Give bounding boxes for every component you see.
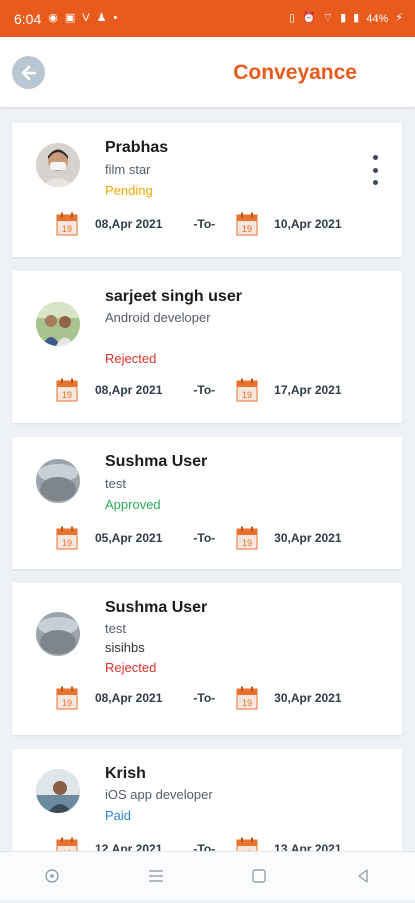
avatar: [36, 459, 80, 503]
user-role: test: [105, 476, 126, 491]
messenger-icon: ◉: [48, 12, 58, 24]
date-range: 19 08,Apr 2021 -To- 19 10,Apr 2021: [56, 211, 362, 237]
user-name: Krish: [105, 765, 146, 782]
status-badge: Pending: [105, 183, 153, 198]
dot: [372, 155, 378, 160]
back-nav-button[interactable]: [343, 856, 383, 896]
user-name: Sushma User: [105, 453, 208, 470]
more-dot-icon: •: [113, 12, 118, 24]
calendar-icon: 19: [56, 212, 78, 236]
notification-icon: ▣: [64, 12, 76, 24]
calendar-icon: 19: [56, 686, 78, 710]
app-header: Conveyance: [0, 37, 415, 107]
date-separator: -To-: [193, 383, 216, 397]
calendar-icon: 19: [56, 378, 78, 402]
status-bar: 6:04 ◉ ▣ V ♟ • ▯ ⏰ ⌔ ▮ ▮ 44% ⚡: [0, 0, 415, 37]
assistant-icon: [45, 869, 59, 883]
avatar: [36, 612, 80, 656]
calendar-icon: 19: [236, 212, 258, 236]
calendar-day: 19: [242, 698, 252, 708]
date-to: 10,Apr 2021: [274, 217, 342, 231]
calendar-day: 19: [62, 224, 72, 234]
conveyance-card[interactable]: sarjeet singh user Android developer Rej…: [12, 271, 402, 423]
calendar-day: 19: [62, 390, 72, 400]
hamburger-icon: [148, 870, 163, 882]
calendar-day: 19: [242, 224, 252, 234]
charging-icon: ⚡: [395, 12, 403, 24]
date-from: 08,Apr 2021: [95, 691, 163, 705]
alarm-icon: ⏰: [302, 12, 316, 24]
page-title: Conveyance: [233, 61, 357, 84]
status-badge: Rejected: [105, 351, 157, 366]
signal-icon-2: ▮: [353, 12, 360, 24]
date-to: 30,Apr 2021: [274, 691, 342, 705]
triangle-back-icon: [358, 869, 368, 883]
user-role: iOS app developer: [105, 787, 213, 802]
date-range: 19 08,Apr 2021 -To- 19 30,Apr 2021: [56, 685, 362, 711]
user-name: Sushma User: [105, 599, 208, 616]
arrow-left-icon: [21, 65, 36, 80]
user-note: sisihbs: [105, 640, 145, 655]
status-time: 6:04: [14, 10, 42, 27]
battery-text: 44%: [366, 12, 389, 25]
date-range: 19 05,Apr 2021 -To- 19 30,Apr 2021: [56, 525, 362, 551]
home-button[interactable]: [239, 856, 279, 896]
vibrate-icon: ▯: [289, 12, 296, 24]
system-nav-bar: [0, 851, 415, 900]
status-badge: Approved: [105, 497, 161, 512]
avatar: [36, 769, 80, 813]
calendar-icon: 19: [236, 526, 258, 550]
menu-button[interactable]: [136, 856, 176, 896]
back-button[interactable]: [12, 56, 45, 89]
conveyance-card[interactable]: Prabhas film star Pending 19 08,Apr 2021…: [12, 123, 402, 257]
user-role: Android developer: [105, 310, 211, 325]
date-to: 17,Apr 2021: [274, 383, 342, 397]
conveyance-card[interactable]: Sushma User test sisihbs Rejected 19 08,…: [12, 583, 402, 735]
date-separator: -To-: [193, 217, 216, 231]
dot: [372, 180, 378, 185]
signal-icon: ▮: [340, 12, 347, 24]
calendar-icon: 19: [236, 686, 258, 710]
more-menu-button[interactable]: [368, 155, 382, 185]
status-badge: Paid: [105, 808, 132, 823]
calendar-icon: 19: [236, 378, 258, 402]
user-name: sarjeet singh user: [105, 288, 242, 305]
calendar-day: 19: [62, 538, 72, 548]
avatar: [36, 302, 80, 346]
calendar-day: 19: [242, 538, 252, 548]
date-from: 08,Apr 2021: [95, 217, 163, 231]
date-to: 30,Apr 2021: [274, 531, 342, 545]
avatar: [36, 143, 80, 187]
dot: [372, 167, 378, 173]
date-separator: -To-: [193, 531, 216, 545]
date-separator: -To-: [193, 691, 216, 705]
user-name: Prabhas: [105, 139, 169, 156]
status-left: 6:04 ◉ ▣ V ♟ •: [14, 11, 117, 27]
wifi-icon: ⌔: [322, 12, 334, 24]
square-home-icon: [252, 869, 267, 883]
date-range: 19 08,Apr 2021 -To- 19 17,Apr 2021: [56, 377, 362, 403]
assistant-button[interactable]: [32, 856, 72, 896]
calendar-icon: 19: [56, 526, 78, 550]
date-from: 08,Apr 2021: [95, 383, 163, 397]
user-role: film star: [105, 162, 151, 177]
conveyance-list: Prabhas film star Pending 19 08,Apr 2021…: [12, 123, 402, 903]
calendar-day: 19: [62, 698, 72, 708]
date-from: 05,Apr 2021: [95, 531, 163, 545]
contact-icon: ♟: [96, 12, 107, 24]
status-badge: Rejected: [105, 660, 157, 675]
vpn-icon: V: [82, 12, 90, 24]
calendar-day: 19: [242, 390, 252, 400]
status-right: ▯ ⏰ ⌔ ▮ ▮ 44% ⚡: [289, 13, 403, 25]
conveyance-card[interactable]: Sushma User test Approved 19 05,Apr 2021…: [12, 437, 402, 569]
user-role: test: [105, 621, 126, 636]
